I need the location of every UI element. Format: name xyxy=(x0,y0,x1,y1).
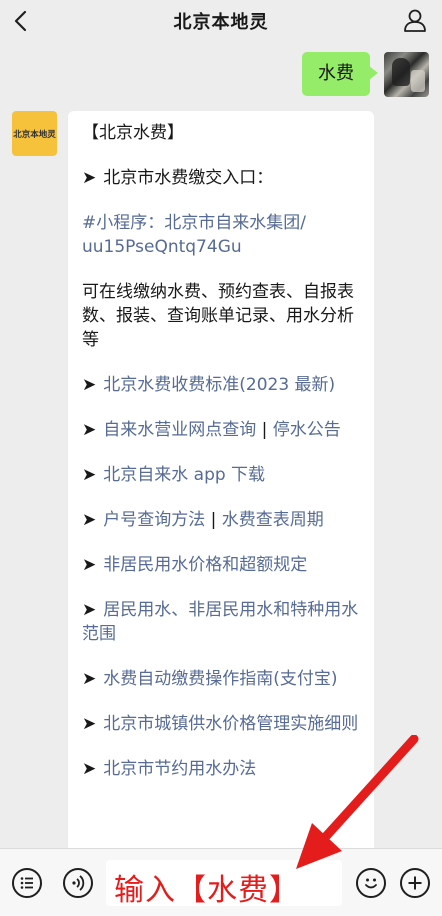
list-item-link[interactable]: 北京市节约用水办法 xyxy=(103,759,256,779)
list-item-separator: | xyxy=(256,420,273,440)
list-item[interactable]: ➤ 北京市城镇供水价格管理实施细则 xyxy=(82,712,360,736)
bullet-arrow-icon: ➤ xyxy=(82,375,97,395)
message-input[interactable]: 输入【水费】 xyxy=(106,860,342,908)
list-item[interactable]: ➤ 居民用水、非居民用水和特种用水范围 xyxy=(82,598,360,646)
list-item-link[interactable]: 北京市城镇供水价格管理实施细则 xyxy=(103,714,358,734)
list-item[interactable]: ➤ 自来水营业网点查询 | 停水公告 xyxy=(82,418,360,442)
bot-description: 可在线缴纳水费、预约查表、自报表数、报装、查询账单记录、用水分析等 xyxy=(82,282,354,350)
bot-avatar[interactable]: 北京本地灵 xyxy=(12,111,57,156)
bot-avatar-text: 北京本地灵 xyxy=(13,129,56,140)
list-item-link[interactable]: 居民用水、非居民用水和特种用水范围 xyxy=(82,600,358,644)
bullet-arrow-icon: ➤ xyxy=(82,714,97,734)
list-item-link[interactable]: 北京自来水 app 下载 xyxy=(103,465,265,485)
list-item-link[interactable]: 水费自动缴费操作指南(支付宝) xyxy=(103,669,337,689)
list-item[interactable]: ➤ 北京水费收费标准(2023 最新) xyxy=(82,373,360,397)
link-list: ➤ 北京水费收费标准(2023 最新) ➤ 自来水营业网点查询 | 停水公告 ➤ 北京自来… xyxy=(82,352,360,781)
bullet-arrow-icon: ➤ xyxy=(82,510,97,530)
bullet-arrow-icon: ➤ xyxy=(82,555,97,575)
plus-icon[interactable] xyxy=(400,868,430,898)
list-item[interactable]: ➤ 户号查询方法 | 水费查表周期 xyxy=(82,508,360,532)
voice-icon[interactable] xyxy=(63,868,93,898)
bullet-arrow-icon: ➤ xyxy=(82,669,97,689)
bullet-arrow-icon: ➤ xyxy=(82,168,97,188)
chat-area[interactable]: 水费 北京本地灵 【北京水费】 ➤ 北京市水费缴交入口： #小程序：北京市自来水集… xyxy=(0,42,442,848)
my-avatar[interactable] xyxy=(384,52,429,97)
list-item[interactable]: ➤ 非居民用水价格和超额规定 xyxy=(82,553,360,577)
message-input-text: 输入【水费】 xyxy=(114,873,300,908)
bullet-arrow-icon: ➤ xyxy=(82,759,97,779)
my-message-bubble[interactable]: 水费 xyxy=(302,52,378,96)
entry-label-line: ➤ 北京市水费缴交入口： xyxy=(82,168,274,188)
list-item[interactable]: ➤ 北京自来水 app 下载 xyxy=(82,463,360,487)
page-title: 北京本地灵 xyxy=(173,12,269,33)
bullet-arrow-icon: ➤ xyxy=(82,420,97,440)
top-bar: 北京本地灵 xyxy=(0,0,442,42)
person-icon[interactable] xyxy=(402,7,428,33)
bullet-arrow-icon: ➤ xyxy=(82,600,97,620)
list-item-link[interactable]: 自来水营业网点查询 xyxy=(103,420,256,440)
list-item[interactable]: ➤ 北京市节约用水办法 xyxy=(82,757,360,781)
list-icon[interactable] xyxy=(12,868,42,898)
input-bar: 输入【水费】 xyxy=(0,848,442,916)
list-item-link[interactable]: 非居民用水价格和超额规定 xyxy=(103,555,307,575)
list-item-link[interactable]: 户号查询方法 xyxy=(103,510,205,530)
my-message-text: 水费 xyxy=(318,63,354,84)
my-message-row: 水费 xyxy=(302,52,429,100)
bot-message-bubble[interactable]: 【北京水费】 ➤ 北京市水费缴交入口： #小程序：北京市自来水集团/ uu15Ps… xyxy=(68,111,374,848)
list-item[interactable]: ➤ 水费自动缴费操作指南(支付宝) xyxy=(82,667,360,691)
emoji-icon[interactable] xyxy=(356,868,386,898)
list-item-separator: | xyxy=(205,510,222,530)
list-item-link[interactable]: 北京水费收费标准(2023 最新) xyxy=(103,375,335,395)
mini-program-link[interactable]: #小程序：北京市自来水集团/ uu15PseQntq74Gu xyxy=(82,211,360,259)
bot-heading: 【北京水费】 xyxy=(82,123,184,143)
bullet-arrow-icon: ➤ xyxy=(82,465,97,485)
list-item-link[interactable]: 停水公告 xyxy=(273,420,341,440)
list-item-link[interactable]: 水费查表周期 xyxy=(222,510,324,530)
